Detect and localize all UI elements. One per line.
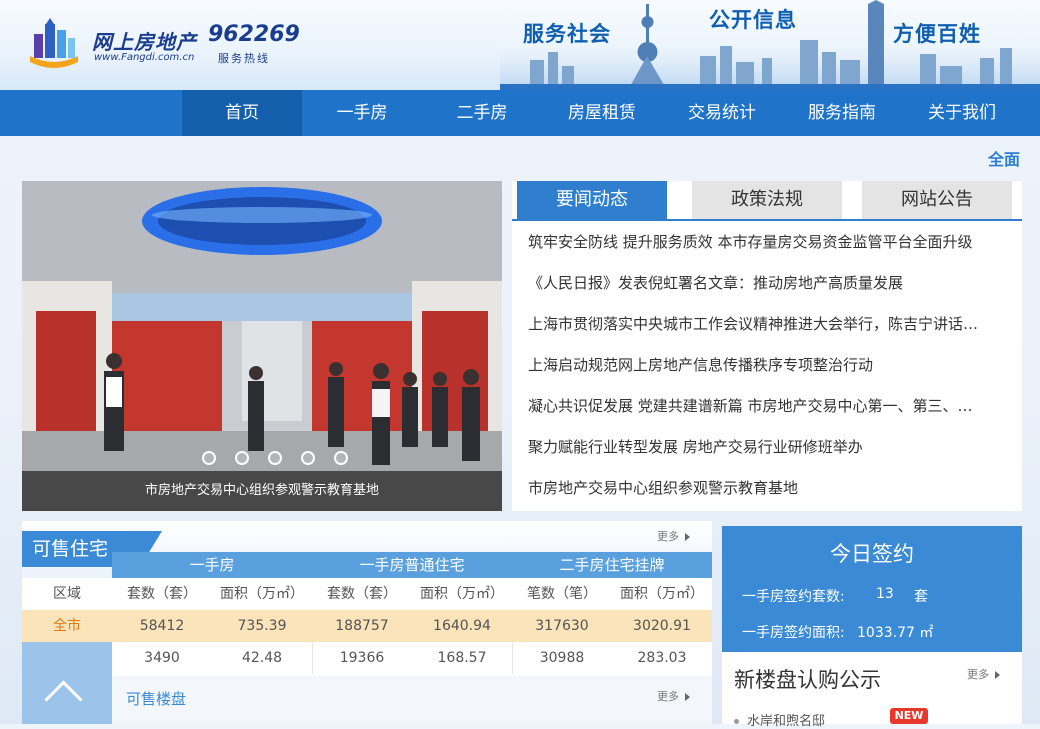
- sign-area-value: 1033.77 ㎡: [857, 625, 934, 641]
- col-units: 套数（套）: [112, 578, 212, 611]
- news-list: 筑牢安全防线 提升服务质效 本市存量房交易资金监管平台全面升级 《人民日报》发表…: [528, 233, 1014, 520]
- table-cell: 42.48: [241, 650, 283, 666]
- table-cell: 3020.91: [633, 618, 691, 634]
- news-item[interactable]: 市房地产交易中心组织参观警示教育基地: [528, 479, 1014, 520]
- sign-area-label: 一手房签约面积:: [742, 625, 845, 641]
- new-projects-more-label: 更多: [967, 668, 989, 681]
- col-area: 面积（万㎡）: [612, 578, 712, 611]
- sign-count-unit: 套: [914, 589, 928, 605]
- tab-policy[interactable]: 政策法规: [692, 181, 842, 219]
- slogan-serve-society: 服务社会: [523, 22, 611, 46]
- chevron-right-icon: [995, 671, 1000, 679]
- tab-news[interactable]: 要闻动态: [517, 181, 667, 219]
- stats-more-link[interactable]: 更多: [657, 528, 690, 544]
- nav-new-house[interactable]: 一手房: [302, 90, 422, 136]
- col-area: 面积（万㎡）: [412, 578, 512, 611]
- hotline-label: 服务热线: [218, 52, 270, 65]
- col-region: 区域: [22, 578, 112, 611]
- sign-title: 今日签约: [830, 542, 914, 566]
- new-projects-panel: 新楼盘认购公示 更多 水岸和煦名邸 NEW: [722, 652, 1022, 729]
- slider-dot-1[interactable]: [202, 451, 216, 465]
- slider-dot-5[interactable]: [334, 451, 348, 465]
- nav-about[interactable]: 关于我们: [902, 90, 1022, 136]
- new-badge: NEW: [890, 708, 928, 724]
- table-row[interactable]: 全市 58412 735.39 188757 1640.94 317630 30…: [22, 610, 712, 642]
- table-row[interactable]: 3490 42.48 19366 168.57 30988 283.03: [22, 642, 712, 674]
- slider-dot-4[interactable]: [301, 451, 315, 465]
- sale-more-label: 更多: [657, 690, 679, 703]
- hotline-number: 962269: [208, 22, 300, 47]
- news-item[interactable]: 凝心共识促发展 党建共建谱新篇 市房地产交易中心第一、第三、…: [528, 397, 1014, 438]
- nav-service-guide[interactable]: 服务指南: [782, 90, 902, 136]
- nav-rental[interactable]: 房屋租赁: [542, 90, 662, 136]
- slider-caption[interactable]: 市房地产交易中心组织参观警示教育基地: [22, 471, 502, 511]
- column-divider: [512, 642, 513, 674]
- news-tabs: 要闻动态 政策法规 网站公告: [512, 181, 1022, 221]
- table-cell: 3490: [144, 650, 180, 666]
- new-project-item[interactable]: 水岸和煦名邸: [734, 710, 825, 729]
- news-item[interactable]: 《人民日报》发表倪虹署名文章：推动房地产高质量发展: [528, 274, 1014, 315]
- chevron-up-icon: [44, 680, 83, 719]
- table-cell: 735.39: [237, 618, 287, 634]
- slider-photo[interactable]: [22, 181, 502, 511]
- chevron-right-icon: [685, 693, 690, 701]
- sign-count-label: 一手房签约套数:: [742, 589, 845, 605]
- main-nav: 首页 一手房 二手房 房屋租赁 交易统计 服务指南 关于我们: [0, 90, 1040, 136]
- new-project-name: 水岸和煦名邸: [747, 714, 826, 729]
- slogan-convenience: 方便百姓: [893, 22, 981, 46]
- today-sign-panel: 今日签约 一手房签约套数: 13 套 一手房签约面积: 1033.77 ㎡: [722, 526, 1022, 652]
- new-projects-more-link[interactable]: 更多: [967, 666, 1000, 682]
- chevron-right-icon: [685, 533, 690, 541]
- table-cell: 1640.94: [433, 618, 491, 634]
- top-right-link[interactable]: 全面: [988, 146, 1020, 170]
- col-units: 套数（套）: [312, 578, 412, 611]
- news-item[interactable]: 聚力赋能行业转型发展 房地产交易行业研修班举办: [528, 438, 1014, 479]
- slider-dot-3[interactable]: [268, 451, 282, 465]
- news-panel: 要闻动态 政策法规 网站公告 筑牢安全防线 提升服务质效 本市存量房交易资金监管…: [512, 181, 1022, 511]
- news-item[interactable]: 上海启动规范网上房地产信息传播秩序专项整治行动: [528, 356, 1014, 397]
- table-cell: 188757: [335, 618, 389, 634]
- bullet-icon: [734, 719, 739, 724]
- sign-count-value: 13: [876, 586, 894, 602]
- tab-announcement[interactable]: 网站公告: [862, 181, 1012, 219]
- table-cell: 168.57: [437, 650, 487, 666]
- col-listings: 笔数（笔）: [512, 578, 612, 611]
- nav-home[interactable]: 首页: [182, 90, 302, 136]
- sale-projects-bar: 可售楼盘 更多: [112, 676, 712, 724]
- table-cell: 30988: [539, 650, 585, 666]
- logo-icon[interactable]: [26, 16, 82, 70]
- nav-statistics[interactable]: 交易统计: [662, 90, 782, 136]
- slider-dot-2[interactable]: [235, 451, 249, 465]
- col-area: 面积（万㎡）: [212, 578, 312, 611]
- group-new-ordinary: 一手房普通住宅: [312, 552, 512, 578]
- new-projects-title: 新楼盘认购公示: [734, 668, 881, 692]
- table-cell: 317630: [535, 618, 589, 634]
- column-divider: [312, 642, 313, 674]
- group-second-hand: 二手房住宅挂牌: [512, 552, 712, 578]
- site-header: 网上房地产 www.Fangdi.com.cn 962269 服务热线 服务社会…: [0, 0, 1040, 90]
- logo-text[interactable]: 网上房地产: [92, 26, 197, 55]
- scroll-up-button[interactable]: [22, 642, 112, 724]
- table-cell: 283.03: [637, 650, 687, 666]
- table-cell: 19366: [339, 650, 385, 666]
- logo-url: www.Fangdi.com.cn: [94, 52, 195, 63]
- nav-second-hand[interactable]: 二手房: [422, 90, 542, 136]
- sale-projects-label[interactable]: 可售楼盘: [126, 688, 186, 709]
- group-new-house: 一手房: [112, 552, 312, 578]
- cell-region: 全市: [53, 618, 81, 634]
- news-item[interactable]: 筑牢安全防线 提升服务质效 本市存量房交易资金监管平台全面升级: [528, 233, 1014, 274]
- sale-more-link[interactable]: 更多: [657, 688, 690, 704]
- news-item[interactable]: 上海市贯彻落实中央城市工作会议精神推进大会举行，陈吉宁讲话…: [528, 315, 1014, 356]
- slogan-public-info: 公开信息: [709, 8, 797, 32]
- housing-stats-panel: 可售住宅 更多 一手房 一手房普通住宅 二手房住宅挂牌 区域 套数（套） 面积（…: [22, 521, 712, 724]
- table-cell: 58412: [139, 618, 185, 634]
- news-slider[interactable]: 市房地产交易中心组织参观警示教育基地: [22, 181, 502, 511]
- stats-more-label: 更多: [657, 530, 679, 543]
